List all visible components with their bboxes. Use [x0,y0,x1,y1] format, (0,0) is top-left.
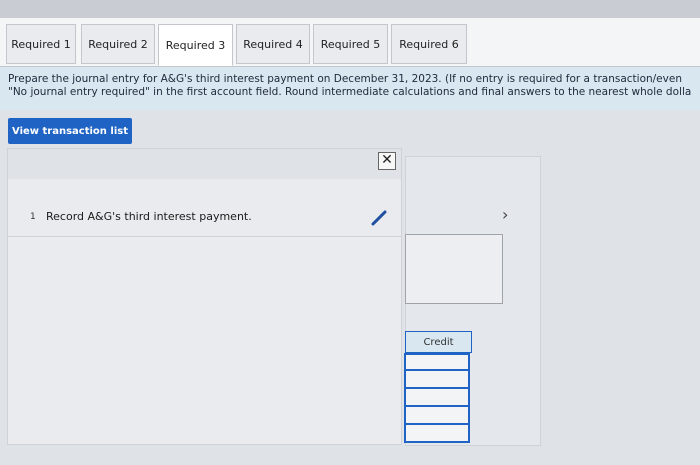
credit-column-header: Credit [405,331,472,353]
tab-required-4[interactable]: Required 4 [236,24,310,64]
tab-bar: Required 1 Required 2 Required 3 Require… [0,18,700,66]
chevron-right-icon[interactable]: › [502,205,508,224]
top-band [0,0,700,18]
tab-required-5[interactable]: Required 5 [313,24,388,64]
instruction-line-2: "No journal entry required" in the first… [8,86,692,98]
tab-required-2[interactable]: Required 2 [81,24,155,64]
credit-column [404,353,470,443]
transaction-panel: 1 Record A&G's third interest payment. [7,148,402,445]
entry-input-box[interactable] [405,234,503,304]
credit-cell[interactable] [404,353,470,371]
credit-cell[interactable] [404,371,470,389]
transaction-number: 1 [30,212,36,222]
instruction-text: Prepare the journal entry for A&G's thir… [0,66,700,110]
tab-required-1[interactable]: Required 1 [6,24,76,64]
transaction-description: Record A&G's third interest payment. [46,210,252,223]
transaction-panel-header [8,149,401,179]
tab-required-6[interactable]: Required 6 [391,24,467,64]
credit-cell[interactable] [404,407,470,425]
instruction-line-1: Prepare the journal entry for A&G's thir… [8,73,682,85]
view-transaction-list-button[interactable]: View transaction list [8,118,132,144]
pencil-icon[interactable] [369,207,389,227]
close-icon[interactable]: ✕ [378,152,396,170]
credit-cell[interactable] [404,389,470,407]
credit-cell[interactable] [404,425,470,443]
tab-required-3[interactable]: Required 3 [158,24,233,66]
